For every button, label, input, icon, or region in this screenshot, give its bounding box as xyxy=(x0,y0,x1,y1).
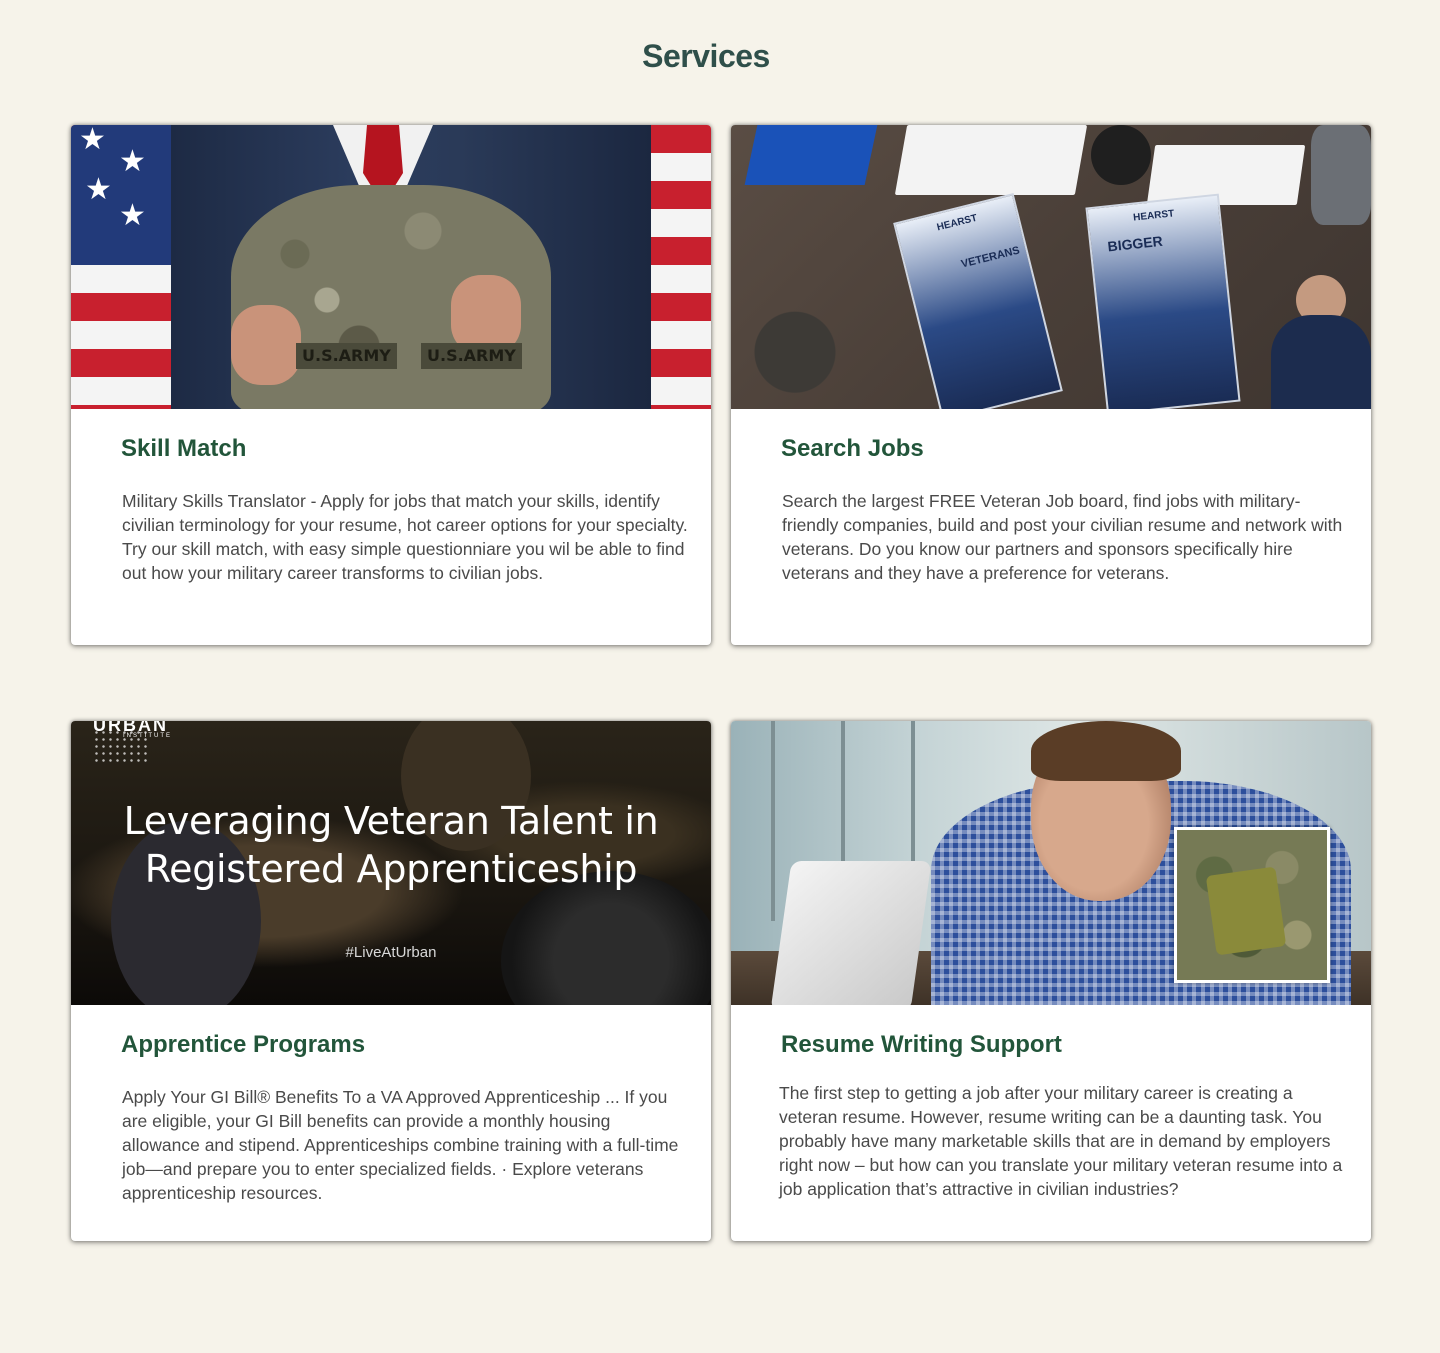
uniform-patch xyxy=(1205,866,1287,956)
person xyxy=(1091,125,1151,185)
card-description: Military Skills Translator - Apply for j… xyxy=(122,491,688,583)
page-title: Services xyxy=(642,38,770,74)
hand xyxy=(231,305,301,385)
search-jobs-image: HEARST VETERANS HEARST BIGGER xyxy=(731,125,1371,409)
flag-star-icon: ★ xyxy=(85,173,112,206)
urban-institute-logo-sub: INSTITUTE xyxy=(123,733,172,739)
bigger-banner: HEARST BIGGER xyxy=(1085,193,1241,409)
card-title[interactable]: Skill Match xyxy=(121,435,246,463)
banner-brand: HEARST xyxy=(1132,208,1175,224)
person xyxy=(1311,125,1371,225)
card-description: Apply Your GI Bill® Benefits To a VA App… xyxy=(122,1087,679,1203)
service-card-resume-writing[interactable]: Resume Writing Support The first step to… xyxy=(731,721,1371,1241)
exhibit-table xyxy=(894,125,1088,195)
service-card-search-jobs[interactable]: HEARST VETERANS HEARST BIGGER Search Job… xyxy=(731,125,1371,645)
person xyxy=(1271,315,1371,409)
card-description: Search the largest FREE Veteran Job boar… xyxy=(782,491,1343,583)
card-description: The first step to getting a job after yo… xyxy=(779,1083,1343,1199)
exhibit-table xyxy=(744,125,878,185)
banner-word: VETERANS xyxy=(959,244,1021,271)
video-hashtag: #LiveAtUrban xyxy=(345,944,437,961)
service-card-skill-match[interactable]: ★ ★ ★ ★ U.S.ARMY U.S.ARMY Skill Match Mi… xyxy=(71,125,711,645)
man-hair xyxy=(1031,721,1181,781)
flag-star-icon: ★ xyxy=(119,145,146,178)
banner-word: BIGGER xyxy=(1106,232,1164,255)
flag-star-icon: ★ xyxy=(79,125,106,156)
service-card-apprentice-programs[interactable]: URBAN INSTITUTE Leveraging Veteran Talen… xyxy=(71,721,711,1241)
flag-star-icon: ★ xyxy=(119,199,146,232)
resume-writing-image xyxy=(731,721,1371,1005)
video-overlay-title: Leveraging Veteran Talent in Registered … xyxy=(123,799,659,891)
banner-brand: HEARST xyxy=(935,212,979,234)
card-title[interactable]: Search Jobs xyxy=(781,435,924,463)
uniform-name-tape: U.S.ARMY xyxy=(421,343,522,369)
card-title[interactable]: Apprentice Programs xyxy=(121,1031,365,1059)
card-title[interactable]: Resume Writing Support xyxy=(781,1031,1062,1059)
apprentice-video-thumbnail[interactable]: URBAN INSTITUTE Leveraging Veteran Talen… xyxy=(71,721,711,1005)
veterans-banner: HEARST VETERANS xyxy=(893,193,1063,409)
exhibit-table xyxy=(1146,145,1306,205)
laptop xyxy=(770,861,932,1005)
window-frame xyxy=(771,721,775,921)
uniform-name-tape: U.S.ARMY xyxy=(296,343,397,369)
skill-match-image: ★ ★ ★ ★ U.S.ARMY U.S.ARMY xyxy=(71,125,711,409)
